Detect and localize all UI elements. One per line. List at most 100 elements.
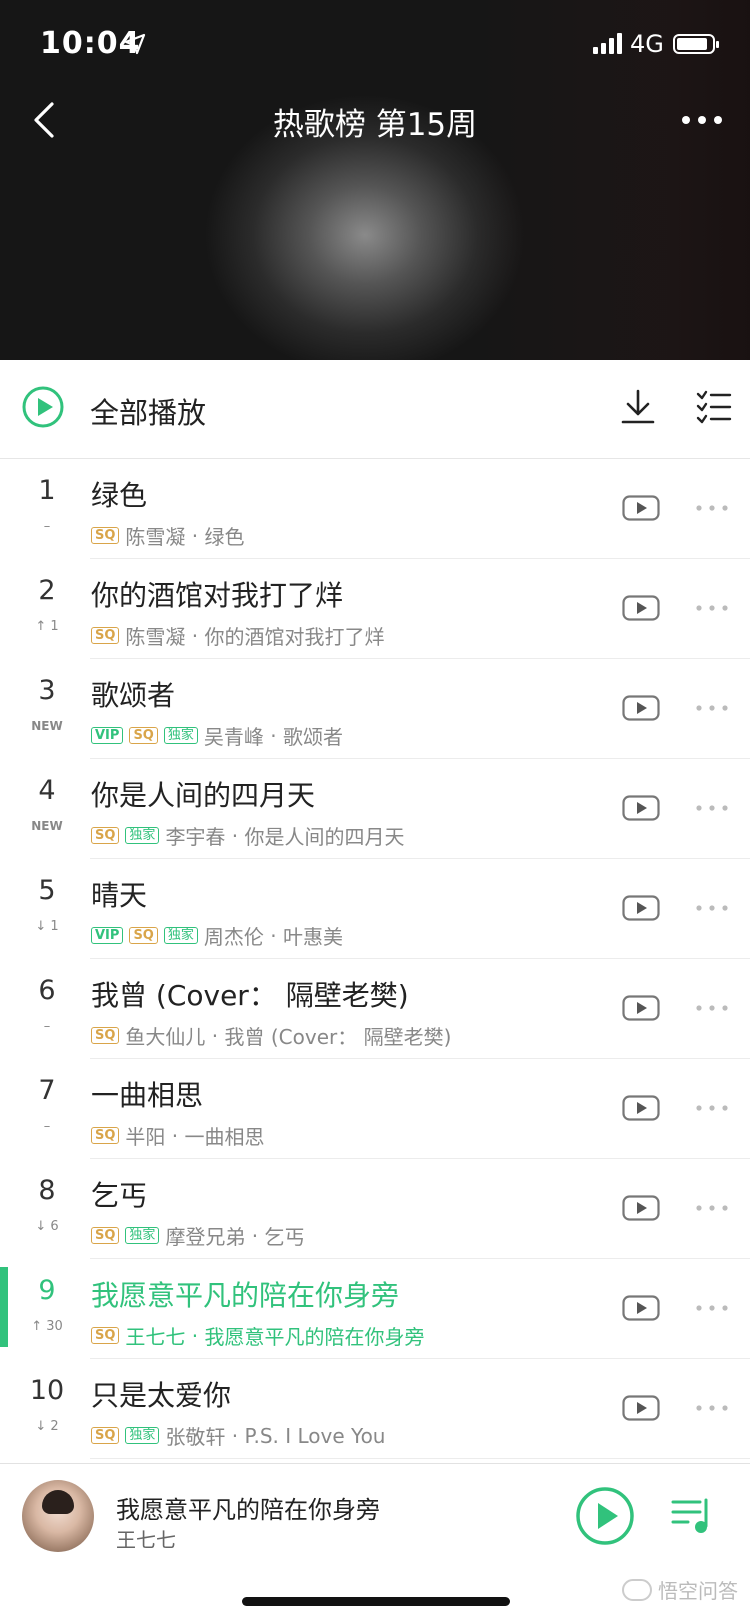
mv-icon[interactable] — [622, 795, 660, 821]
multiselect-icon[interactable] — [696, 390, 732, 424]
mv-icon[interactable] — [622, 495, 660, 521]
now-playing-indicator — [0, 1267, 8, 1347]
song-album: 你是人间的四月天 — [244, 825, 405, 849]
song-row[interactable]: 6 – 我曾 (Cover： 隔壁老樊) SQ 鱼大仙儿 · 我曾 (Cover… — [0, 959, 750, 1059]
battery-icon — [673, 34, 719, 54]
song-title: 你是人间的四月天 — [91, 779, 316, 812]
song-meta: SQ 陈雪凝 · 绿色 — [91, 521, 245, 550]
meta-separator: · — [185, 523, 205, 548]
sq-badge: SQ — [91, 827, 120, 844]
mv-icon[interactable] — [622, 1395, 660, 1421]
song-more-icon[interactable] — [694, 903, 730, 913]
song-row[interactable]: 3 NEW 歌颂者 VIP SQ 独家 吴青峰 · 歌颂者 — [0, 659, 750, 759]
song-row[interactable]: 9 ↑ 30 我愿意平凡的陪在你身旁 SQ 王七七 · 我愿意平凡的陪在你身旁 — [0, 1259, 750, 1359]
song-rank: 8 — [38, 1175, 56, 1206]
mv-icon[interactable] — [622, 1095, 660, 1121]
mv-icon[interactable] — [622, 895, 660, 921]
player-song-title: 我愿意平凡的陪在你身旁 — [116, 1496, 380, 1524]
song-meta: VIP SQ 独家 周杰伦 · 叶惠美 — [91, 921, 343, 950]
song-more-icon[interactable] — [694, 703, 730, 713]
rank-trend: – — [43, 1119, 51, 1134]
song-title: 乞丐 — [91, 1179, 148, 1212]
play-all-label[interactable]: 全部播放 — [90, 390, 206, 432]
song-artist: 摩登兄弟 — [165, 1225, 246, 1249]
song-row[interactable]: 7 – 一曲相思 SQ 半阳 · 一曲相思 — [0, 1059, 750, 1159]
network-type: 4G — [630, 30, 664, 58]
mv-icon[interactable] — [622, 1295, 660, 1321]
song-more-icon[interactable] — [694, 1003, 730, 1013]
exclusive-badge: 独家 — [125, 1227, 160, 1244]
meta-separator: · — [185, 1323, 205, 1348]
rank-trend: ↑ 1 — [35, 619, 59, 634]
status-bar: 10:04 4G — [0, 26, 750, 66]
exclusive-badge: 独家 — [125, 827, 160, 844]
mv-icon[interactable] — [622, 1195, 660, 1221]
song-row[interactable]: 4 NEW 你是人间的四月天 SQ 独家 李宇春 · 你是人间的四月天 — [0, 759, 750, 859]
song-rank: 9 — [38, 1275, 56, 1306]
vip-badge: VIP — [91, 727, 124, 744]
song-rank: 10 — [29, 1375, 65, 1406]
song-more-icon[interactable] — [694, 603, 730, 613]
song-more-icon[interactable] — [694, 1203, 730, 1213]
album-cover[interactable] — [22, 1480, 94, 1552]
song-row[interactable]: 5 ↓ 1 晴天 VIP SQ 独家 周杰伦 · 叶惠美 — [0, 859, 750, 959]
chart-header: 10:04 4G 热歌榜 第15周 — [0, 0, 750, 360]
song-rank: 3 — [38, 675, 56, 706]
song-rank: 7 — [38, 1075, 56, 1106]
song-artist: 李宇春 — [165, 825, 226, 849]
rank-trend: ↓ 2 — [35, 1419, 59, 1434]
mv-icon[interactable] — [622, 695, 660, 721]
song-album: 一曲相思 — [184, 1125, 265, 1149]
playlist-icon[interactable] — [670, 1496, 714, 1536]
song-more-icon[interactable] — [694, 1403, 730, 1413]
more-icon[interactable] — [680, 110, 724, 130]
sq-badge: SQ — [91, 1327, 120, 1344]
song-meta: SQ 独家 李宇春 · 你是人间的四月天 — [91, 821, 405, 850]
location-arrow-icon — [124, 33, 146, 55]
song-rank: 5 — [38, 875, 56, 906]
sq-badge: SQ — [91, 1127, 120, 1144]
download-icon[interactable] — [620, 388, 656, 426]
row-divider — [90, 1458, 750, 1459]
player-artist: 王七七 — [116, 1528, 176, 1552]
signal-icon — [593, 33, 622, 54]
song-album: P.S. I Love You — [244, 1423, 386, 1448]
meta-separator: · — [185, 623, 205, 648]
watermark-text: 悟空问答 — [658, 1579, 738, 1603]
song-row[interactable]: 2 ↑ 1 你的酒馆对我打了烊 SQ 陈雪凝 · 你的酒馆对我打了烊 — [0, 559, 750, 659]
song-meta: SQ 独家 摩登兄弟 · 乞丐 — [91, 1221, 305, 1250]
song-row[interactable]: 10 ↓ 2 只是太爱你 SQ 独家 张敬轩 · P.S. I Love You — [0, 1359, 750, 1459]
song-meta: VIP SQ 独家 吴青峰 · 歌颂者 — [91, 721, 343, 750]
meta-separator: · — [205, 1023, 225, 1048]
song-meta: SQ 陈雪凝 · 你的酒馆对我打了烊 — [91, 621, 385, 650]
home-indicator — [242, 1597, 510, 1606]
song-meta: SQ 半阳 · 一曲相思 — [91, 1121, 265, 1150]
song-album: 你的酒馆对我打了烊 — [204, 625, 385, 649]
song-more-icon[interactable] — [694, 1103, 730, 1113]
song-album: 我曾 (Cover： 隔壁老樊) — [224, 1025, 452, 1049]
rank-trend: – — [43, 1019, 51, 1034]
watermark-logo-icon — [622, 1578, 652, 1601]
song-album: 叶惠美 — [282, 925, 343, 949]
song-more-icon[interactable] — [694, 803, 730, 813]
sq-badge: SQ — [129, 727, 158, 744]
mv-icon[interactable] — [622, 595, 660, 621]
song-more-icon[interactable] — [694, 1303, 730, 1313]
song-row[interactable]: 1 – 绿色 SQ 陈雪凝 · 绿色 — [0, 459, 750, 559]
song-row[interactable]: 8 ↓ 6 乞丐 SQ 独家 摩登兄弟 · 乞丐 — [0, 1159, 750, 1259]
play-button[interactable] — [575, 1486, 635, 1546]
song-artist: 张敬轩 — [165, 1425, 226, 1449]
song-title: 只是太爱你 — [91, 1379, 232, 1412]
sq-badge: SQ — [91, 1227, 120, 1244]
song-artist: 王七七 — [125, 1325, 186, 1349]
mv-icon[interactable] — [622, 995, 660, 1021]
song-more-icon[interactable] — [694, 503, 730, 513]
song-meta: SQ 王七七 · 我愿意平凡的陪在你身旁 — [91, 1321, 425, 1350]
song-rank: 2 — [38, 575, 56, 606]
rank-trend: NEW — [31, 719, 63, 733]
sq-badge: SQ — [91, 1027, 120, 1044]
song-title: 晴天 — [91, 879, 148, 912]
mini-player[interactable]: 我愿意平凡的陪在你身旁 王七七 — [0, 1463, 750, 1572]
play-all-button[interactable] — [22, 386, 64, 428]
song-artist: 陈雪凝 — [125, 625, 186, 649]
